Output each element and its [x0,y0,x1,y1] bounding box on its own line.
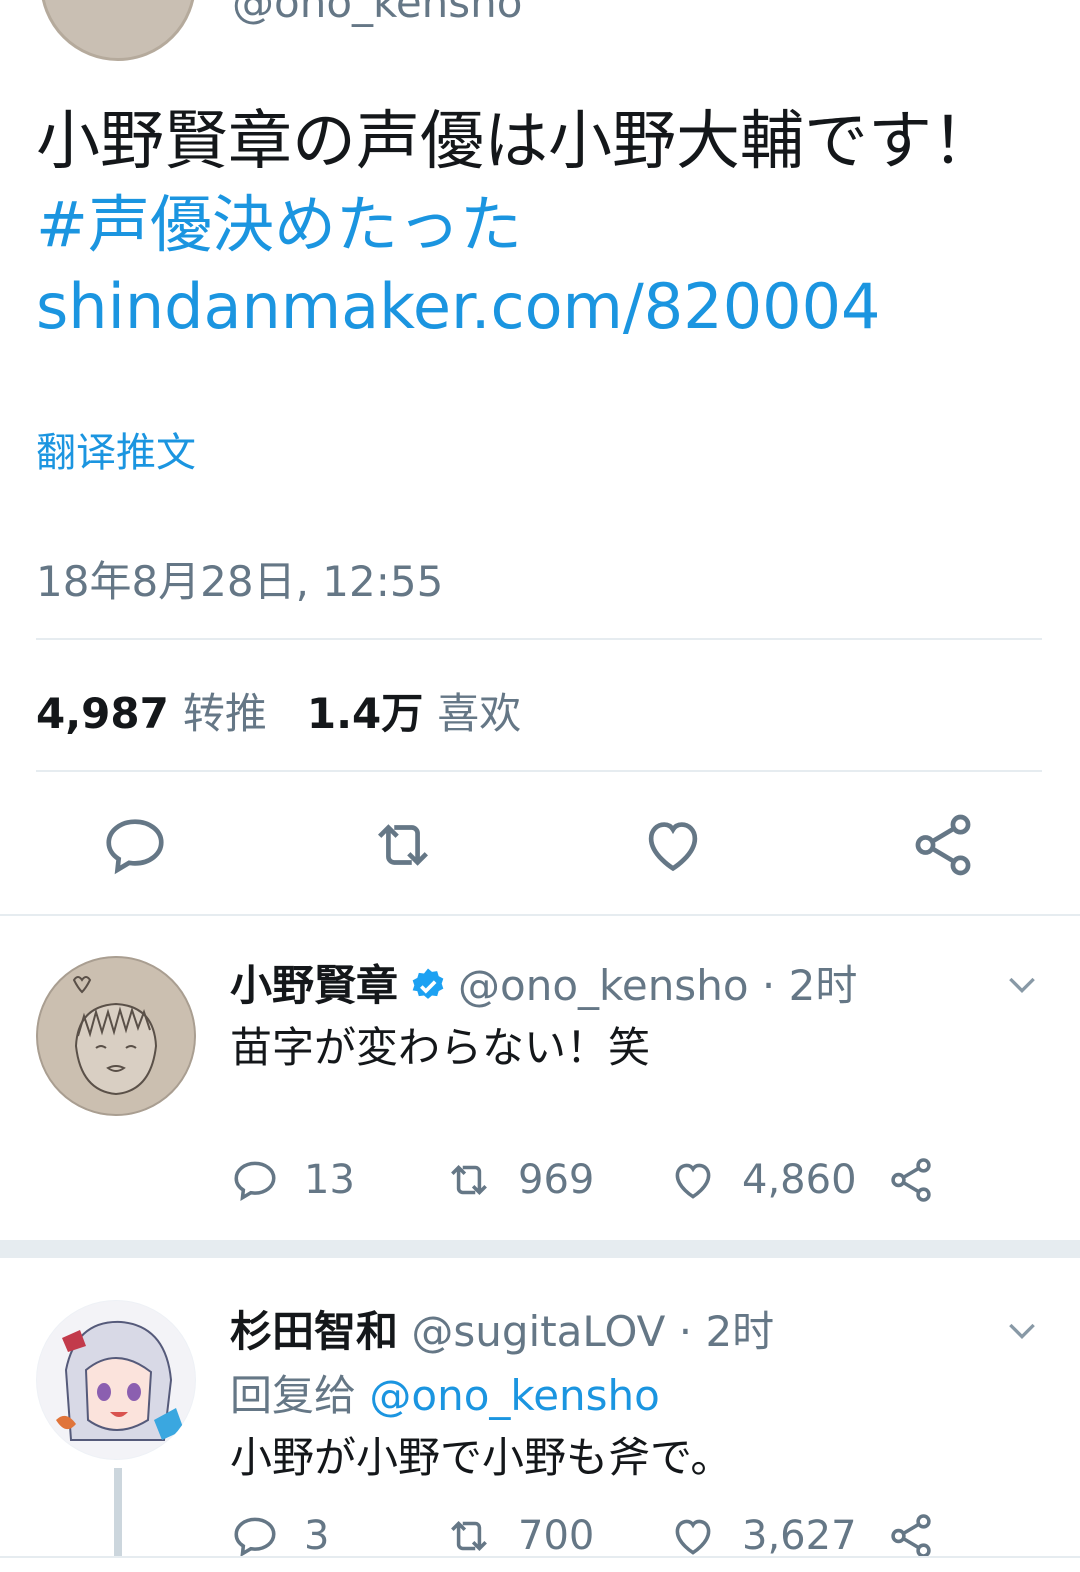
like-count: 3,627 [742,1513,857,1559]
heart-icon [675,1519,711,1555]
user-handle[interactable]: @sugitaLOV [411,1307,665,1356]
like-count: 4,860 [742,1157,857,1203]
display-name[interactable]: 杉田智和 [230,1307,398,1356]
retweet-count: 969 [518,1157,595,1203]
tweet-hashtag[interactable]: #声優決めたった [36,184,1046,266]
reply-text: 苗字が変わらない！笑 [230,1023,651,1072]
chevron-down-icon[interactable] [1002,964,1042,1004]
author-handle[interactable]: @ono_kensho [232,0,523,27]
reply-text: 小野が小野で小野も斧で。 [230,1433,733,1482]
heart-icon [675,1163,711,1199]
translate-tweet-link[interactable]: 翻译推文 [36,420,196,478]
thread-separator [0,1240,1080,1258]
retweet-icon [451,1520,487,1552]
reply-actions: 13 969 4,860 [230,1150,990,1210]
separator: · [761,961,776,1010]
speech-bubble-icon [234,1517,276,1558]
divider [36,638,1042,640]
divider [0,1556,1080,1558]
tweet-stats: 4,987 转推 1.4万 喜欢 [36,680,561,741]
reply-header: 杉田智和 @sugitaLOV · 2时 [230,1298,774,1359]
reply-time[interactable]: 2时 [789,961,858,1010]
retweet-count[interactable]: 4,987 [36,689,169,738]
reply-button[interactable]: 13 [230,1150,355,1210]
avatar[interactable] [36,1300,196,1460]
retweet-count: 700 [518,1513,595,1559]
tweet-link[interactable]: shindanmaker.com/820004 [36,266,1046,348]
share-icon [891,1514,931,1558]
share-icon [891,1158,931,1202]
speech-bubble-icon[interactable] [100,810,170,880]
like-button[interactable]: 4,860 [668,1150,857,1210]
share-icon[interactable] [908,810,978,880]
reply-tweet[interactable]: 小野賢章 @ono_kensho · 2时 苗字が変わらない！笑 13 969 4… [0,914,1080,1240]
thread-connector [114,1468,122,1558]
verified-badge-icon [408,966,448,1016]
divider [36,770,1042,772]
user-handle[interactable]: @ono_kensho [458,961,749,1010]
retweet-label[interactable]: 转推 [183,689,267,738]
author-avatar[interactable] [40,0,196,61]
reply-tweet[interactable]: 杉田智和 @sugitaLOV · 2时 回复给 @ono_kensho 小野が… [0,1258,1080,1559]
retweet-icon [451,1164,487,1196]
speech-bubble-icon [234,1161,276,1202]
tweet-text: 小野賢章の声優は小野大輔です！ [36,105,996,179]
reply-time[interactable]: 2时 [705,1307,774,1356]
reply-to-mention[interactable]: @ono_kensho [369,1371,660,1420]
like-label[interactable]: 喜欢 [437,689,521,738]
reply-count: 13 [304,1157,355,1203]
heart-icon[interactable] [638,810,708,880]
reply-to-line: 回复给 @ono_kensho [230,1362,660,1423]
reply-count: 3 [304,1513,330,1559]
reply-header: 小野賢章 @ono_kensho · 2时 [230,952,857,1016]
display-name[interactable]: 小野賢章 [230,961,398,1010]
like-count[interactable]: 1.4万 [307,689,423,738]
avatar[interactable] [36,956,196,1116]
separator: · [678,1307,693,1356]
retweet-icon[interactable] [368,810,438,880]
chevron-down-icon[interactable] [1002,1310,1042,1350]
reply-to-label: 回复给 [230,1371,357,1420]
tweet-timestamp: 18年8月28日, 12:55 [36,557,444,606]
main-tweet: 小野賢章の声優は小野大輔です！ #声優決めたった shindanmaker.co… [36,100,1046,348]
share-button[interactable] [886,1150,960,1210]
tweet-action-bar [0,800,1080,890]
retweet-button[interactable]: 969 [444,1150,594,1210]
